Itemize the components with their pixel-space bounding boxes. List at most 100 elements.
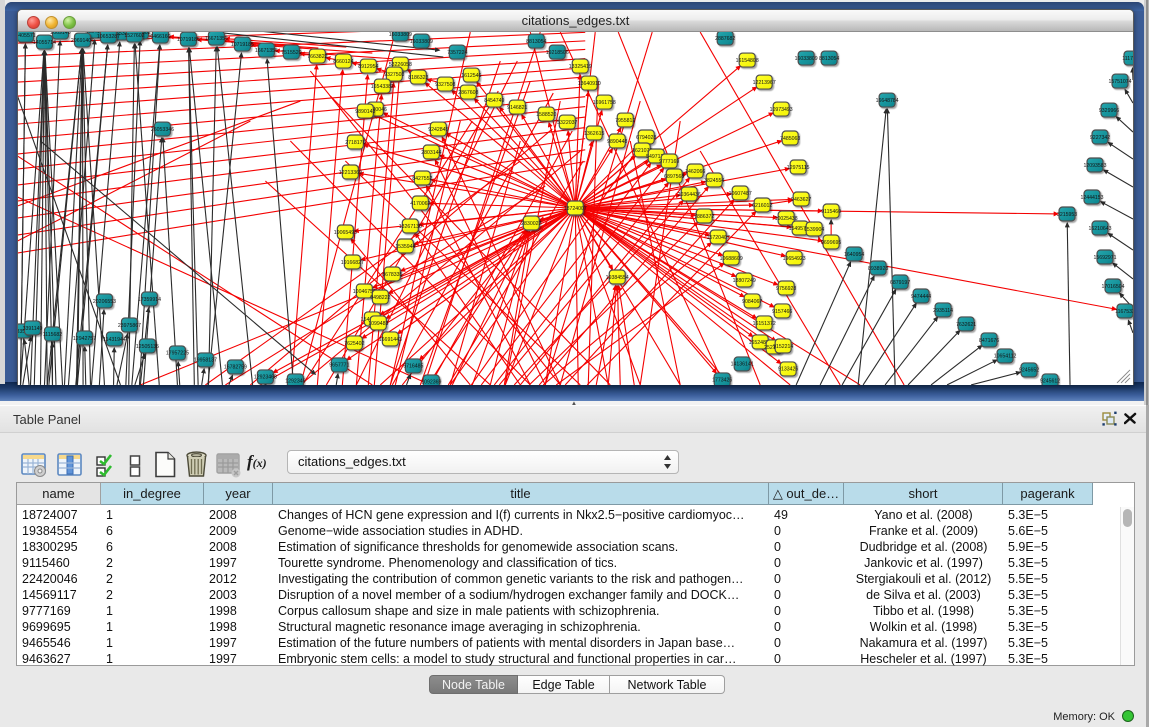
svg-text:16671355: 16671355 xyxy=(205,36,228,42)
svg-text:1362615: 1362615 xyxy=(584,131,604,137)
svg-text:8938928: 8938928 xyxy=(868,266,888,272)
svg-text:9084067: 9084067 xyxy=(742,299,762,305)
svg-text:16648784: 16648784 xyxy=(876,98,899,104)
svg-text:2935114: 2935114 xyxy=(933,308,953,314)
svg-text:9152214: 9152214 xyxy=(773,344,793,350)
svg-text:16210643: 16210643 xyxy=(1088,226,1111,232)
svg-text:9463627: 9463627 xyxy=(791,197,811,203)
svg-text:26053346: 26053346 xyxy=(151,127,174,133)
svg-text:10607487: 10607487 xyxy=(729,191,752,197)
svg-text:2867608: 2867608 xyxy=(458,90,478,96)
svg-text:23975867: 23975867 xyxy=(118,323,141,329)
svg-text:9327503: 9327503 xyxy=(384,72,404,78)
svg-text:18807249: 18807249 xyxy=(733,278,756,284)
svg-text:3215953: 3215953 xyxy=(1057,212,1077,218)
svg-text:16691443: 16691443 xyxy=(379,337,402,343)
svg-text:12213369: 12213369 xyxy=(339,170,362,176)
svg-text:16543382: 16543382 xyxy=(371,84,394,90)
svg-text:9227342: 9227342 xyxy=(1090,135,1110,141)
svg-text:1640954: 1640954 xyxy=(844,252,864,258)
svg-text:12975115: 12975115 xyxy=(787,165,810,171)
svg-text:9474444: 9474444 xyxy=(911,294,931,300)
svg-text:16033809: 16033809 xyxy=(410,39,433,45)
svg-text:7625402: 7625402 xyxy=(344,341,364,347)
svg-text:2887682: 2887682 xyxy=(715,36,735,42)
svg-text:20206553: 20206553 xyxy=(93,299,116,305)
svg-text:7357224: 7357224 xyxy=(447,50,467,56)
svg-text:1292346: 1292346 xyxy=(285,379,305,385)
svg-text:14055714: 14055714 xyxy=(33,40,56,46)
svg-text:9890448: 9890448 xyxy=(607,139,627,145)
svg-text:2718176: 2718176 xyxy=(345,140,365,146)
svg-text:16782759: 16782759 xyxy=(224,365,247,371)
svg-text:1462066: 1462066 xyxy=(685,169,705,175)
svg-text:15692971: 15692971 xyxy=(1093,255,1116,261)
svg-text:12923468: 12923468 xyxy=(254,375,277,381)
svg-text:1535944: 1535944 xyxy=(395,244,415,250)
svg-text:11431944: 11431944 xyxy=(103,337,126,343)
svg-text:17359914: 17359914 xyxy=(138,297,161,303)
svg-text:9657771: 9657771 xyxy=(329,363,349,369)
svg-text:8660124: 8660124 xyxy=(333,59,353,65)
svg-text:8427552: 8427552 xyxy=(412,176,432,182)
svg-text:19384554: 19384554 xyxy=(606,275,629,281)
svg-text:3824554: 3824554 xyxy=(704,178,724,184)
svg-text:9498222: 9498222 xyxy=(370,295,390,301)
svg-text:6794028: 6794028 xyxy=(636,135,656,141)
svg-text:16671355: 16671355 xyxy=(255,48,278,54)
svg-text:8678335: 8678335 xyxy=(382,272,402,278)
svg-text:19166827: 19166827 xyxy=(341,260,364,266)
svg-text:10688609: 10688609 xyxy=(720,256,743,262)
svg-text:16033809: 16033809 xyxy=(389,32,412,38)
svg-text:2803144: 2803144 xyxy=(421,150,441,156)
svg-text:1588520: 1588520 xyxy=(536,112,556,118)
svg-text:5322037: 5322037 xyxy=(557,120,577,126)
svg-text:12505135: 12505135 xyxy=(136,344,159,350)
svg-text:15751074: 15751074 xyxy=(1108,79,1131,85)
svg-text:16033809: 16033809 xyxy=(795,56,818,62)
svg-text:10719185: 10719185 xyxy=(231,42,254,48)
svg-text:9245612: 9245612 xyxy=(1040,379,1060,385)
svg-text:8186323: 8186323 xyxy=(408,75,428,81)
svg-text:1612546: 1612546 xyxy=(461,73,481,79)
svg-text:19654923: 19654923 xyxy=(783,256,806,262)
svg-text:6466160: 6466160 xyxy=(150,34,170,40)
svg-text:7632621: 7632621 xyxy=(956,322,976,328)
svg-text:13325419: 13325419 xyxy=(569,64,592,70)
svg-text:7515520: 7515520 xyxy=(281,50,301,56)
svg-text:1099483: 1099483 xyxy=(368,321,388,327)
svg-text:12444153: 12444153 xyxy=(1080,195,1103,201)
svg-text:10973493: 10973493 xyxy=(770,107,793,113)
svg-text:8813054: 8813054 xyxy=(526,39,546,45)
svg-text:8454749: 8454749 xyxy=(484,98,504,104)
svg-text:16961758: 16961758 xyxy=(593,100,616,106)
svg-text:6216012: 6216012 xyxy=(752,203,772,209)
svg-text:19218506: 19218506 xyxy=(546,50,569,56)
svg-text:17016504: 17016504 xyxy=(1101,284,1124,290)
svg-text:10653287: 10653287 xyxy=(97,34,120,40)
svg-text:7955812: 7955812 xyxy=(615,118,635,124)
svg-text:1405571: 1405571 xyxy=(18,33,36,39)
svg-text:5716485: 5716485 xyxy=(403,364,423,370)
svg-text:17957225: 17957225 xyxy=(166,351,189,357)
svg-text:12942757: 12942757 xyxy=(73,336,96,342)
svg-text:1539904: 1539904 xyxy=(804,227,824,233)
svg-text:1092369: 1092369 xyxy=(421,380,441,385)
svg-text:3391149: 3391149 xyxy=(23,326,43,332)
svg-text:8912954: 8912954 xyxy=(358,64,378,70)
svg-text:16154808: 16154808 xyxy=(736,58,759,64)
svg-text:10719185: 10719185 xyxy=(177,37,200,43)
svg-text:13640910: 13640910 xyxy=(578,81,601,87)
svg-text:6897568: 6897568 xyxy=(664,174,684,180)
svg-text:9242845: 9242845 xyxy=(428,127,448,133)
svg-text:18724007: 18724007 xyxy=(564,206,587,212)
svg-text:1115682: 1115682 xyxy=(43,332,63,338)
svg-text:19958137: 19958137 xyxy=(194,358,217,364)
svg-text:20691406: 20691406 xyxy=(71,38,94,44)
svg-text:8813054: 8813054 xyxy=(819,56,839,62)
svg-text:1527602: 1527602 xyxy=(124,33,144,39)
svg-text:7485063: 7485063 xyxy=(780,136,800,142)
svg-text:16151372: 16151372 xyxy=(753,321,776,327)
svg-text:1773426: 1773426 xyxy=(712,378,732,384)
svg-text:12093583: 12093583 xyxy=(1083,163,1106,169)
